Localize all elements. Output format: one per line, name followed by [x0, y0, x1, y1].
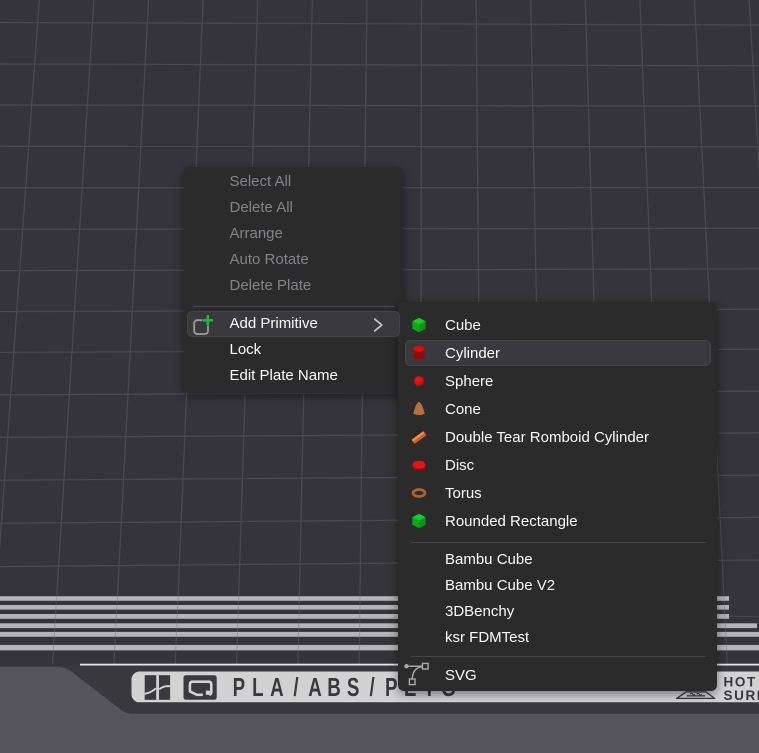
svg-text:S: S	[347, 672, 359, 702]
svg-text:P: P	[233, 672, 245, 702]
svg-text:A: A	[270, 672, 284, 702]
svg-text:SURF: SURF	[724, 688, 759, 703]
svg-text:L: L	[252, 672, 264, 702]
svg-text:/: /	[370, 672, 376, 702]
svg-text:A: A	[308, 672, 322, 702]
svg-text:P: P	[385, 672, 397, 702]
svg-text:B: B	[327, 672, 341, 702]
svg-text:/: /	[293, 672, 299, 702]
